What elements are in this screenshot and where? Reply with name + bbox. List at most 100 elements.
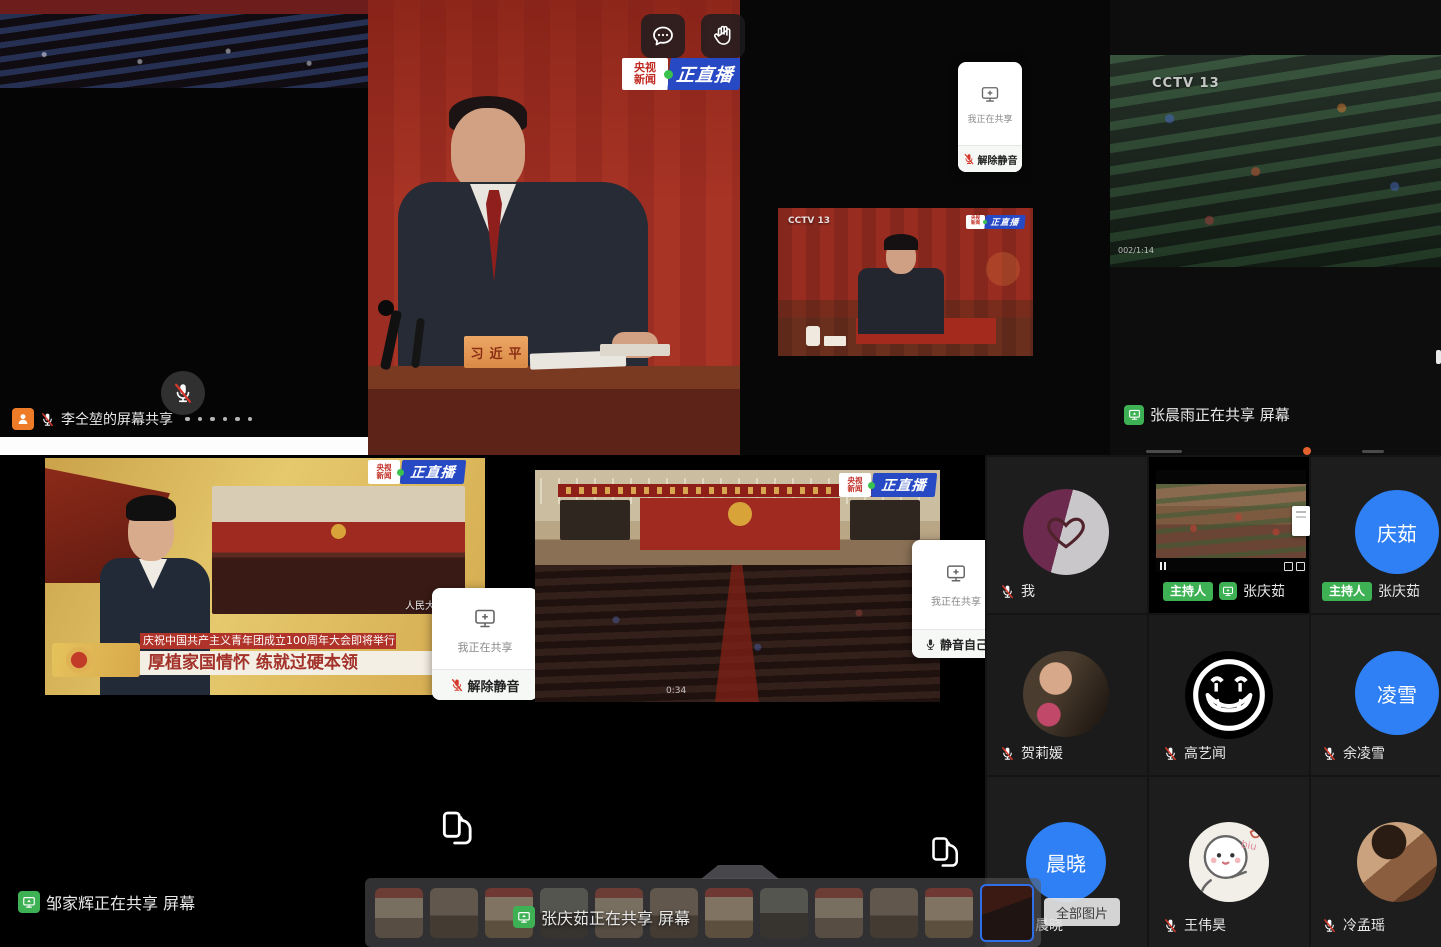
sharing-text: 我正在共享 (967, 112, 1012, 125)
my-share-tile[interactable]: 我正在共享 解除静音 CCTV 13 央视新闻 正直播 (740, 0, 1110, 455)
share-owner-label: 张晨雨正在共享 屏幕 (1150, 404, 1290, 425)
participant-tile-helviyuan[interactable]: 贺莉媛 (987, 615, 1147, 775)
participant-tile-gaoyiwen[interactable]: 高艺闻 (1149, 615, 1309, 775)
paper (600, 344, 670, 356)
cctv-logo-line2: 新闻 (368, 472, 400, 480)
avatar (1185, 651, 1273, 739)
participant-tile-zhangqingru-avatar[interactable]: 庆茹 主持人 张庆茹 (1311, 457, 1441, 613)
speaker-video-tile[interactable]: 习近平 央视新闻 正直播 (368, 0, 740, 455)
host-badge: 主持人 (1322, 582, 1372, 601)
participant-name: 我 (1021, 581, 1035, 601)
muted-mic-icon (1163, 746, 1178, 761)
volume-icon[interactable] (1284, 562, 1293, 571)
avatar-initials: 晨晓 (1046, 848, 1086, 877)
avatar (1357, 822, 1437, 902)
participant-tile-wangweihao[interactable]: biu 王伟昊 (1149, 777, 1309, 947)
filmstrip-thumbnail-selected[interactable] (980, 884, 1034, 942)
screen-share-tile-zhangchenyu[interactable]: CCTV 13 002/1:14 张晨雨正在共享 屏幕 (1110, 0, 1441, 455)
hall-timestamp: 0:34 (666, 686, 686, 696)
speaker-name-card: 习近平 (464, 336, 528, 368)
tooltip-text: 全部图片 (1056, 903, 1108, 922)
cyl-emblem (66, 647, 92, 673)
name-card-text: 习近平 (470, 343, 527, 362)
raise-hand-icon (711, 24, 735, 48)
news-studio-frame: 人民大会堂 庆祝中国共产主义青年团成立100周年大会即将举行 厚植家国情怀 练就… (45, 458, 485, 695)
live-dot (868, 482, 875, 489)
participant-tile-yulingxue[interactable]: 凌雪 余凌雪 (1311, 615, 1441, 775)
cctv-live-logo: 央视新闻 正直播 (368, 460, 465, 484)
cctv-logo-line2: 新闻 (839, 485, 871, 493)
unmute-button[interactable]: 解除静音 (432, 669, 538, 700)
all-images-tooltip: 全部图片 (1044, 898, 1120, 926)
filmstrip-thumbnail[interactable] (430, 888, 478, 938)
live-badge: 正直播 (984, 215, 1025, 229)
grin-face-icon (1188, 654, 1270, 736)
students-video: CCTV 13 002/1:14 (1110, 55, 1441, 267)
sharing-text: 我正在共享 (931, 593, 981, 608)
unmute-button[interactable]: 解除静音 (958, 145, 1022, 172)
participant-name: 张庆茹 (1243, 581, 1285, 601)
screen-share-icon (945, 562, 967, 584)
figure-hair (884, 234, 918, 250)
muted-mic-icon (1163, 918, 1178, 933)
page-indicator-dash (1146, 450, 1182, 453)
person-icon (16, 412, 30, 426)
filmstrip-thumbnail[interactable] (870, 888, 918, 938)
filmstrip-thumbnail[interactable] (815, 888, 863, 938)
cctv13-video-thumbnail: CCTV 13 央视新闻 正直播 (778, 208, 1033, 356)
filmstrip-thumbnail[interactable] (925, 888, 973, 938)
figure-suit (858, 268, 944, 334)
screen-share-icon (22, 895, 36, 909)
side-screen (850, 500, 920, 540)
fullscreen-icon[interactable] (1296, 562, 1305, 571)
scrollbar[interactable] (1436, 350, 1441, 364)
screen-share-tile-zoujiahui[interactable]: 人民大会堂 庆祝中国共产主义青年团成立100周年大会即将举行 厚植家国情怀 练就… (0, 455, 985, 947)
participant-name: 王伟昊 (1184, 915, 1226, 935)
cctv-live-logo: 央视新闻 正直播 (839, 473, 936, 497)
heart-hands-icon (1044, 510, 1088, 554)
live-badge: 正直播 (871, 473, 938, 497)
emblem-banner (52, 643, 140, 677)
muted-mic-icon (40, 412, 55, 427)
teacup (806, 326, 820, 346)
page-indicator-dot (1303, 447, 1311, 455)
filmstrip-thumbnail[interactable] (705, 888, 753, 938)
live-badge: 正直播 (667, 58, 740, 90)
sharing-status-card: 我正在共享 解除静音 (958, 62, 1022, 172)
audience-video-thumbnail (0, 0, 368, 88)
share-owner-label: 邹家辉正在共享 屏幕 (46, 890, 195, 914)
participant-tile-zhangqingru-video[interactable]: 主持人 张庆茹 (1149, 457, 1309, 613)
participant-name: 张庆茹 (1378, 581, 1420, 601)
participant-name: 贺莉媛 (1021, 743, 1063, 763)
muted-mic-icon (963, 153, 975, 165)
shared-page-strip (0, 437, 368, 455)
channel-watermark: CCTV 13 (788, 216, 830, 226)
participant-tile-lengmengyao[interactable]: 冷孟瑶 (1311, 777, 1441, 947)
news-subline-bar: 厚植家国情怀 练就过硬本领 (140, 651, 461, 675)
filmstrip-thumbnail[interactable] (760, 888, 808, 938)
muted-mic-icon (1322, 746, 1337, 761)
screen-share-chip (18, 891, 40, 913)
desk (368, 366, 740, 455)
raise-hand-button[interactable] (701, 14, 745, 58)
participant-name: 高艺闻 (1184, 743, 1226, 763)
sharing-text: 我正在共享 (458, 639, 513, 655)
filmstrip-thumbnail[interactable] (375, 888, 423, 938)
participant-tile-me[interactable]: 我 (987, 457, 1147, 613)
chat-button[interactable] (641, 14, 685, 58)
live-dot (664, 70, 673, 79)
mini-share-card (1292, 506, 1310, 536)
muted-mic-icon (1000, 584, 1015, 599)
news-headline-bar: 庆祝中国共产主义青年团成立100周年大会即将举行 (140, 633, 396, 649)
screen-share-icon (517, 910, 531, 924)
participant-name: 余凌雪 (1343, 743, 1385, 763)
pause-icon[interactable] (1160, 562, 1166, 570)
screen-share-tile-liquankun[interactable]: 李仝堃的屏幕共享 (0, 0, 368, 455)
avatar: biu (1189, 822, 1269, 902)
anchor-hair (126, 495, 176, 521)
loading-dots (185, 417, 252, 422)
backdrop-emblem (728, 502, 752, 526)
hall-inset-photo (212, 486, 465, 614)
shared-video-thumbnail (1156, 470, 1306, 572)
avatar (1023, 651, 1109, 737)
